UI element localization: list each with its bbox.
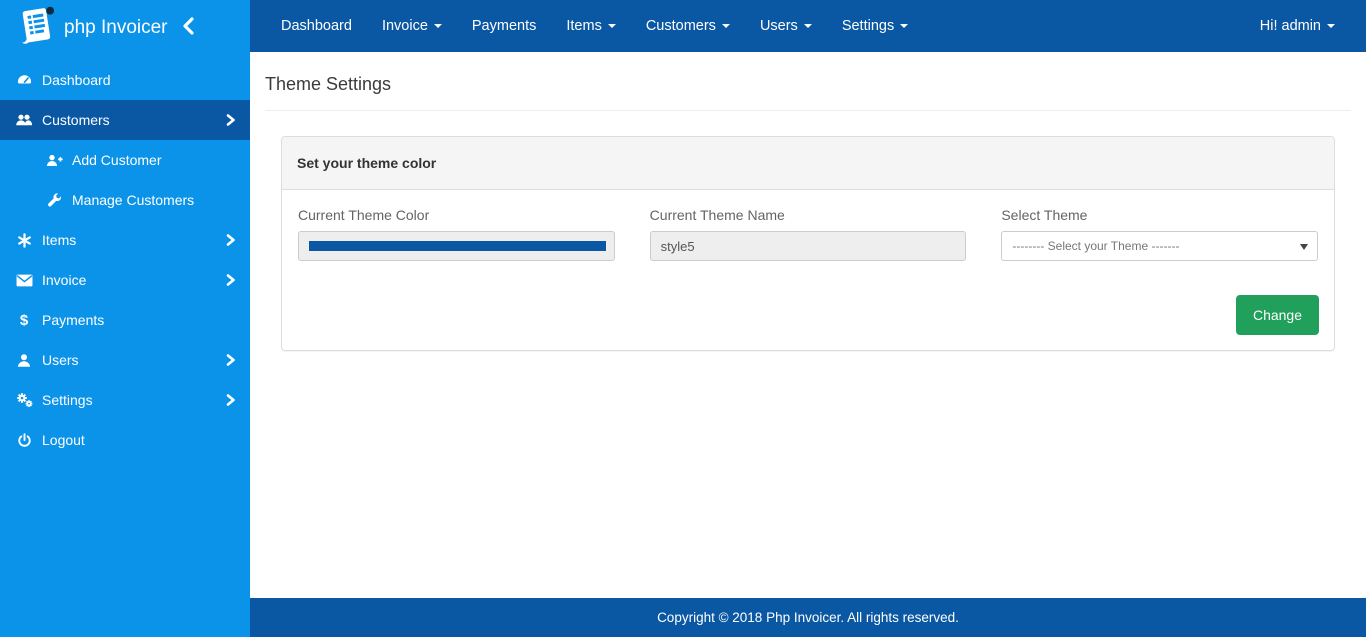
sidebar-item-label: Users xyxy=(42,352,79,368)
theme-settings-panel: Set your theme color Current Theme Color… xyxy=(281,136,1335,351)
app-window: php Invoicer Dashboard Customers xyxy=(0,0,1366,637)
sidebar-logo[interactable]: php Invoicer xyxy=(0,0,250,56)
sidebar-item-label: Invoice xyxy=(42,272,86,288)
nav-item-dashboard[interactable]: Dashboard xyxy=(266,0,367,52)
change-button[interactable]: Change xyxy=(1236,295,1319,335)
sidebar-item-add-customer[interactable]: Add Customer xyxy=(0,140,250,180)
form-row: Current Theme Color Current Theme Name S… xyxy=(297,205,1319,261)
user-icon xyxy=(14,353,34,368)
sidebar-item-dashboard[interactable]: Dashboard xyxy=(0,60,250,100)
nav-item-users[interactable]: Users xyxy=(745,0,827,52)
sidebar-item-manage-customers[interactable]: Manage Customers xyxy=(0,180,250,220)
sidebar-item-label: Payments xyxy=(42,312,104,328)
page-title: Theme Settings xyxy=(265,74,1351,111)
sidebar-item-label: Logout xyxy=(42,432,85,448)
sidebar-item-settings[interactable]: Settings xyxy=(0,380,250,420)
asterisk-icon xyxy=(14,233,34,248)
select-theme-group: Select Theme -------- Select your Theme … xyxy=(1000,205,1319,261)
current-theme-name-input xyxy=(650,231,967,261)
chevron-left-icon xyxy=(182,17,196,40)
sidebar-item-payments[interactable]: $ Payments xyxy=(0,300,250,340)
sidebar-item-invoice[interactable]: Invoice xyxy=(0,260,250,300)
nav-item-label: Invoice xyxy=(382,18,428,34)
sidebar-item-items[interactable]: Items xyxy=(0,220,250,260)
gears-icon xyxy=(14,392,34,408)
caret-down-icon xyxy=(722,24,730,28)
nav-item-items[interactable]: Items xyxy=(551,0,630,52)
button-row: Change xyxy=(297,295,1319,335)
theme-select-value: -------- Select your Theme ------- xyxy=(1012,239,1179,253)
power-icon xyxy=(14,433,34,448)
panel-heading: Set your theme color xyxy=(282,137,1334,190)
envelope-icon xyxy=(14,274,34,287)
invoice-logo-icon xyxy=(16,5,58,52)
sidebar-collapse-button[interactable] xyxy=(182,17,196,40)
dollar-icon: $ xyxy=(14,312,34,329)
nav-item-settings[interactable]: Settings xyxy=(827,0,923,52)
sidebar-item-label: Dashboard xyxy=(42,72,111,88)
nav-item-invoice[interactable]: Invoice xyxy=(367,0,457,52)
chevron-right-icon xyxy=(225,273,236,287)
caret-down-icon xyxy=(434,24,442,28)
current-theme-color-field xyxy=(298,231,615,261)
chevron-right-icon xyxy=(225,353,236,367)
sidebar-item-label: Manage Customers xyxy=(72,192,194,208)
caret-down-icon xyxy=(1327,24,1335,28)
nav-item-customers[interactable]: Customers xyxy=(631,0,745,52)
theme-select[interactable]: -------- Select your Theme ------- xyxy=(1001,231,1318,261)
top-navbar: Dashboard Invoice Payments Items Custome… xyxy=(250,0,1366,52)
content-area: Theme Settings Set your theme color Curr… xyxy=(250,52,1366,598)
main-column: Dashboard Invoice Payments Items Custome… xyxy=(250,0,1366,637)
sidebar-item-label: Items xyxy=(42,232,76,248)
nav-item-label: Customers xyxy=(646,18,716,34)
sidebar-item-label: Settings xyxy=(42,392,93,408)
chevron-right-icon xyxy=(225,113,236,127)
current-theme-color-group: Current Theme Color xyxy=(297,205,616,261)
sidebar: php Invoicer Dashboard Customers xyxy=(0,0,250,637)
footer-copyright: Copyright © 2018 Php Invoicer. All right… xyxy=(657,610,959,625)
sidebar-menu: Dashboard Customers Add Customer xyxy=(0,60,250,460)
user-plus-icon xyxy=(44,153,64,168)
sidebar-item-users[interactable]: Users xyxy=(0,340,250,380)
nav-item-label: Items xyxy=(566,18,601,34)
caret-down-icon xyxy=(608,24,616,28)
current-theme-name-label: Current Theme Name xyxy=(650,207,967,223)
wrench-icon xyxy=(44,193,64,208)
nav-item-label: Settings xyxy=(842,18,894,34)
chevron-right-icon xyxy=(225,233,236,247)
sidebar-item-label: Customers xyxy=(42,112,110,128)
caret-down-icon xyxy=(804,24,812,28)
logo-text: php Invoicer xyxy=(64,17,168,39)
current-theme-color-swatch xyxy=(309,241,606,251)
nav-item-payments[interactable]: Payments xyxy=(457,0,551,52)
sidebar-item-logout[interactable]: Logout xyxy=(0,420,250,460)
current-theme-name-group: Current Theme Name xyxy=(649,205,968,261)
chevron-right-icon xyxy=(225,393,236,407)
panel-body: Current Theme Color Current Theme Name S… xyxy=(282,190,1334,350)
nav-item-label: Dashboard xyxy=(281,18,352,34)
footer: Copyright © 2018 Php Invoicer. All right… xyxy=(250,598,1366,637)
nav-item-label: Users xyxy=(760,18,798,34)
user-menu[interactable]: Hi! admin xyxy=(1245,0,1350,52)
caret-down-icon xyxy=(900,24,908,28)
users-icon xyxy=(14,112,34,128)
nav-item-label: Payments xyxy=(472,18,536,34)
sidebar-item-label: Add Customer xyxy=(72,152,161,168)
sidebar-item-customers[interactable]: Customers xyxy=(0,100,250,140)
dashboard-icon xyxy=(14,72,34,89)
select-caret-icon xyxy=(1300,244,1308,250)
user-menu-label: Hi! admin xyxy=(1260,18,1321,34)
select-theme-label: Select Theme xyxy=(1001,207,1318,223)
current-theme-color-label: Current Theme Color xyxy=(298,207,615,223)
